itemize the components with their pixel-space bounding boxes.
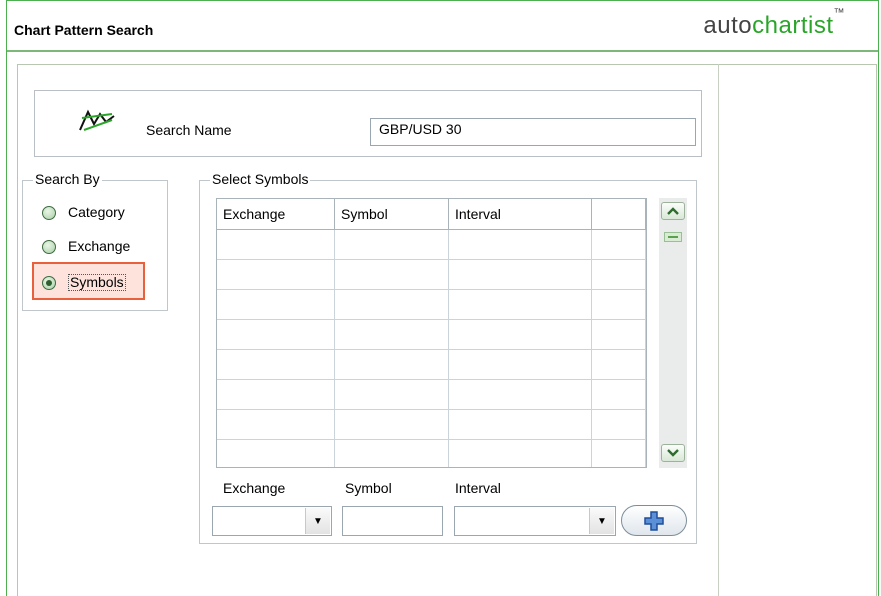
- add-symbol-button[interactable]: [621, 505, 687, 536]
- symbol-input[interactable]: [342, 506, 443, 536]
- search-name-label: Search Name: [146, 122, 232, 138]
- scroll-down-button[interactable]: [661, 444, 685, 462]
- column-header-extra[interactable]: [591, 199, 646, 230]
- column-header-interval[interactable]: Interval: [448, 199, 592, 230]
- table-row[interactable]: [217, 349, 646, 380]
- column-header-exchange[interactable]: Exchange: [217, 199, 335, 230]
- symbols-table[interactable]: Exchange Symbol Interval: [216, 198, 647, 468]
- symbols-radio-label[interactable]: Symbols: [68, 274, 126, 291]
- exchange-radio[interactable]: [42, 240, 56, 254]
- chevron-down-icon: [667, 449, 679, 457]
- exchange-radio-label[interactable]: Exchange: [68, 238, 130, 254]
- scroll-thumb[interactable]: [664, 232, 682, 242]
- table-scrollbar[interactable]: [659, 198, 687, 468]
- chevron-up-icon: [667, 207, 679, 215]
- table-row[interactable]: [217, 409, 646, 440]
- table-row[interactable]: [217, 319, 646, 350]
- exchange-field-label: Exchange: [223, 480, 286, 496]
- table-row[interactable]: [217, 259, 646, 290]
- table-row[interactable]: [217, 289, 646, 320]
- select-symbols-legend: Select Symbols: [210, 171, 311, 187]
- category-radio[interactable]: [42, 206, 56, 220]
- symbol-field-label: Symbol: [345, 480, 392, 496]
- table-row[interactable]: [217, 229, 646, 260]
- dropdown-arrow-icon[interactable]: ▼: [589, 508, 614, 534]
- column-header-symbol[interactable]: Symbol: [334, 199, 449, 230]
- exchange-dropdown[interactable]: ▼: [212, 506, 332, 536]
- window-title: Chart Pattern Search: [14, 22, 154, 38]
- title-divider: [7, 50, 878, 52]
- interval-field-label: Interval: [455, 480, 501, 496]
- chart-pattern-icon: [79, 109, 115, 131]
- category-radio-label[interactable]: Category: [68, 204, 125, 220]
- panel-divider: [718, 64, 719, 596]
- scroll-up-button[interactable]: [661, 202, 685, 220]
- search-by-legend: Search By: [33, 171, 102, 187]
- table-row[interactable]: [217, 379, 646, 410]
- plus-icon: [644, 510, 664, 531]
- dropdown-arrow-icon[interactable]: ▼: [305, 508, 330, 534]
- table-row[interactable]: [217, 439, 646, 467]
- brand-logo: autochartist™: [703, 7, 845, 39]
- search-name-input[interactable]: GBP/USD 30: [370, 118, 696, 146]
- symbols-radio[interactable]: [42, 276, 56, 290]
- interval-dropdown[interactable]: ▼: [454, 506, 616, 536]
